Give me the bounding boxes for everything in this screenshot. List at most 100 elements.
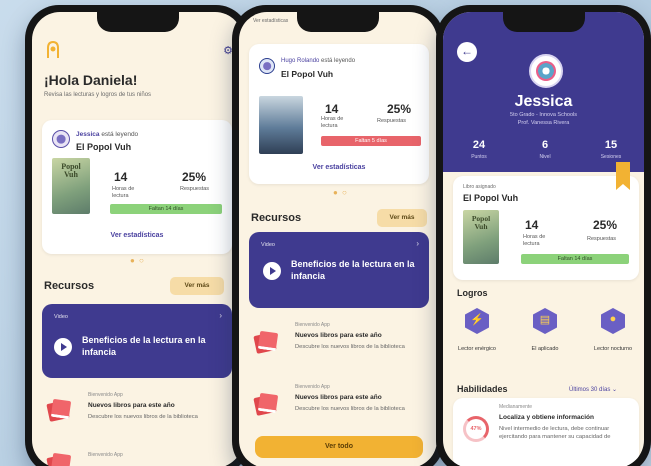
play-icon[interactable] xyxy=(54,338,72,356)
greeting-title: ¡Hola Daniela! xyxy=(44,72,138,88)
resource-desc: Descubre los nuevos libros de la bibliot… xyxy=(295,344,405,350)
phone-child-profile: ← Jessica 5to Grado - Innova Schools Pro… xyxy=(436,5,651,466)
achievement-label: Lector enérgico xyxy=(458,346,496,352)
back-arrow-icon[interactable]: ← xyxy=(457,42,477,62)
video-promo-card[interactable]: Video › Beneficios de la lectura en la i… xyxy=(249,232,429,308)
days-left-badge: Faltan 5 días xyxy=(321,136,421,146)
achievement-badge[interactable]: ⚡ xyxy=(465,308,489,334)
hours-value: 14 xyxy=(525,218,539,232)
see-more-button[interactable]: Ver más xyxy=(170,277,224,295)
cover-title-line-2: Vuh xyxy=(474,221,488,231)
profile-screen: ← Jessica 5to Grado - Innova Schools Pro… xyxy=(443,12,644,466)
books-icon: ▤ xyxy=(539,314,551,326)
book-title: El Popol Vuh xyxy=(463,193,519,203)
carousel-dots: ● ○ xyxy=(130,256,145,265)
books-icon xyxy=(253,330,279,354)
skill-card[interactable]: 47% Medianamente Localiza y obtiene info… xyxy=(453,398,639,466)
skill-desc: Nivel intermedio de lectura, debe contin… xyxy=(499,426,611,440)
book-title: El Popol Vuh xyxy=(281,69,334,79)
phone-notch xyxy=(96,12,179,32)
skill-progress-ring: 47% xyxy=(463,416,489,442)
reading-card[interactable]: Hugo Rolando está leyendo El Popol Vuh 1… xyxy=(249,44,429,184)
answers-label: Respuestas xyxy=(377,118,407,124)
achievement-badge[interactable]: ● xyxy=(601,308,625,334)
sessions-value: 15 xyxy=(604,139,618,151)
assigned-book-card[interactable]: Libro asignado El Popol Vuh Popol Vuh 14… xyxy=(453,176,639,280)
home-screen: ⚙ ¡Hola Daniela! Revisa las lecturas y l… xyxy=(32,12,243,466)
resource-title: Nuevos libros para este año xyxy=(295,394,382,401)
greeting-subtitle: Revisa las lecturas y logros de tus niño… xyxy=(44,92,152,98)
answers-label: Respuestas xyxy=(587,236,617,242)
hours-label: Horas de lectura xyxy=(112,186,135,199)
resource-desc: Descubre los nuevos libros de la bibliot… xyxy=(88,414,198,420)
book-cover-image: Popol Vuh xyxy=(463,210,499,264)
resource-item[interactable]: Bienvenido App xyxy=(42,448,232,466)
bookmark-icon[interactable] xyxy=(616,162,630,190)
book-title: El Popol Vuh xyxy=(76,142,132,152)
video-promo-card[interactable]: Video › Beneficios de la lectura en la i… xyxy=(42,304,232,378)
phone-children: Ver estadísticas Hugo Rolando está leyen… xyxy=(232,5,444,466)
resource-tag: Bienvenido App xyxy=(88,392,123,398)
owl-icon: ● xyxy=(609,313,617,325)
resource-tag: Bienvenido App xyxy=(88,452,123,458)
answers-value: 25% xyxy=(387,102,412,116)
skill-title: Localiza y obtiene información xyxy=(499,414,594,421)
achievement-label: Lector nocturno xyxy=(593,346,633,352)
skills-filter-label: Últimos 30 días xyxy=(569,387,611,393)
phone-notch xyxy=(297,12,379,32)
cover-title-line-2: Vuh xyxy=(64,170,78,179)
book-cover-image: Popol Vuh xyxy=(52,158,90,214)
skills-title: Habilidades xyxy=(457,384,508,394)
reading-card[interactable]: Jessica está leyendo El Popol Vuh Popol … xyxy=(42,120,232,254)
resources-title: Recursos xyxy=(251,212,302,224)
see-more-button[interactable]: Ver más xyxy=(377,209,427,227)
promo-tag: Video xyxy=(54,314,68,320)
chevron-right-icon: › xyxy=(219,311,222,320)
view-stats-link[interactable]: Ver estadísticas xyxy=(42,232,232,239)
book-cover-image xyxy=(259,96,303,154)
promo-title: Beneficios de la lectura en la infancia xyxy=(291,259,415,282)
children-screen: Ver estadísticas Hugo Rolando está leyen… xyxy=(239,12,437,466)
points-value: 24 xyxy=(472,139,486,151)
child-avatar xyxy=(259,58,275,74)
resources-title: Recursos xyxy=(44,280,95,292)
books-icon xyxy=(46,398,72,422)
app-logo-icon xyxy=(44,40,62,60)
achievements-title: Logros xyxy=(457,288,488,298)
view-all-button[interactable]: Ver todo xyxy=(255,436,423,458)
skills-filter-dropdown[interactable]: Últimos 30 días ⌄ xyxy=(569,386,617,393)
phone-notch xyxy=(502,12,585,32)
resource-item[interactable]: Bienvenido App Nuevos libros para este a… xyxy=(42,390,232,440)
child-name: Jessica xyxy=(514,93,573,110)
play-icon[interactable] xyxy=(263,262,281,280)
resource-desc: Descubre los nuevos libros de la bibliot… xyxy=(295,406,405,412)
profile-header: ← Jessica 5to Grado - Innova Schools Pro… xyxy=(443,12,644,172)
level-value: 6 xyxy=(541,139,549,151)
view-stats-link[interactable]: Ver estadísticas xyxy=(249,164,429,171)
grade-line: 5to Grado - Innova Schools xyxy=(510,112,577,118)
reader-name: Jessica xyxy=(76,131,100,138)
lightning-icon: ⚡ xyxy=(470,314,484,326)
resource-tag: Bienvenido App xyxy=(295,322,330,328)
answers-label: Respuestas xyxy=(180,186,210,192)
chevron-right-icon: › xyxy=(416,239,419,248)
resource-item[interactable]: Bienvenido App Nuevos libros para este a… xyxy=(249,382,429,434)
resource-title: Nuevos libros para este año xyxy=(88,402,175,409)
reader-action: está leyendo xyxy=(321,58,356,64)
reader-action: está leyendo xyxy=(101,131,139,138)
resource-item[interactable]: Bienvenido App Nuevos libros para este a… xyxy=(249,320,429,372)
achievement-badge[interactable]: ▤ xyxy=(533,308,557,334)
hours-value: 14 xyxy=(114,170,128,184)
chevron-down-icon: ⌄ xyxy=(612,387,618,393)
skill-tag: Medianamente xyxy=(499,404,533,410)
sessions-label: Sesiones xyxy=(600,154,622,160)
points-label: Puntos xyxy=(471,154,487,160)
answers-value: 25% xyxy=(593,218,618,232)
header-partial-text: Ver estadísticas xyxy=(253,18,289,24)
days-left-badge: Faltan 14 días xyxy=(521,254,629,264)
resource-tag: Bienvenido App xyxy=(295,384,330,390)
promo-title: Beneficios de la lectura en la infancia xyxy=(82,335,206,358)
days-left-badge: Faltan 14 días xyxy=(110,204,222,214)
achievement-label: El aplicado xyxy=(531,346,559,352)
promo-tag: Video xyxy=(261,242,275,248)
